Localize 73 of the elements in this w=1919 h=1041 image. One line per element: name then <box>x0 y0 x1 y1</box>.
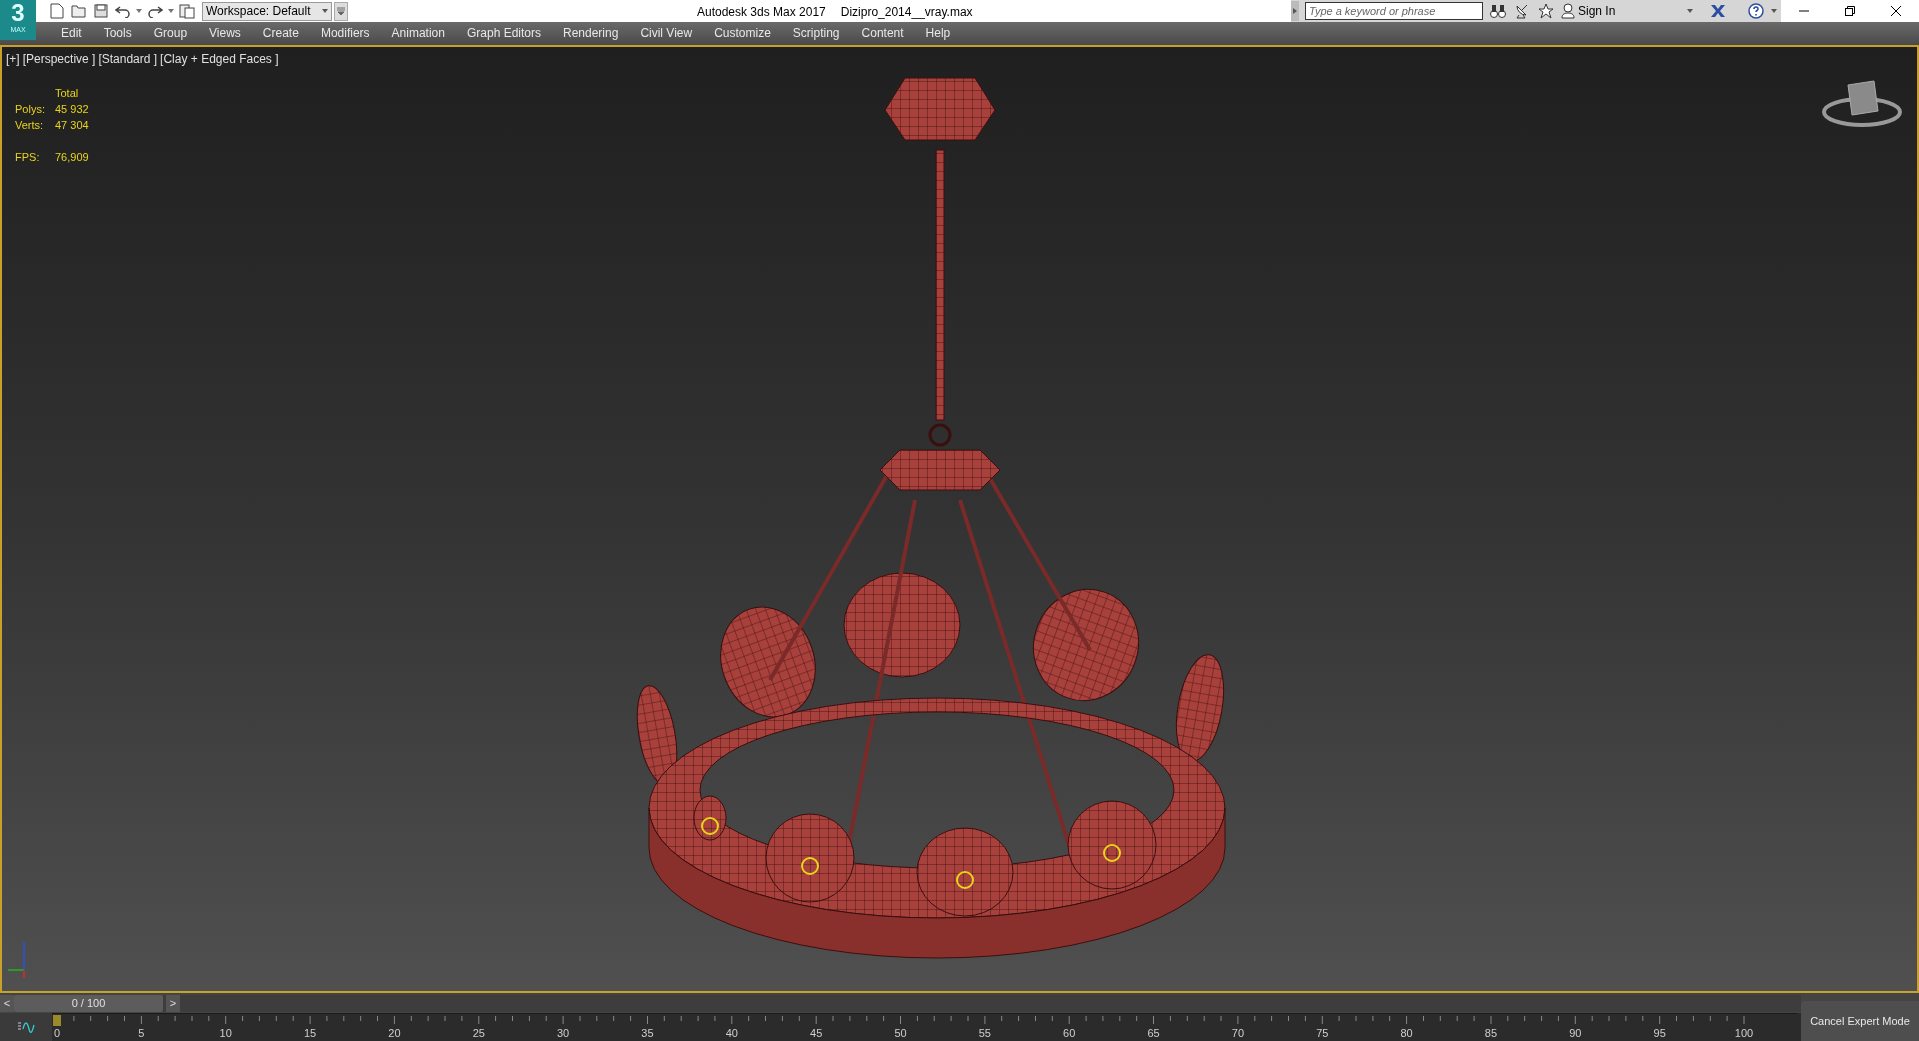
caret-icon[interactable] <box>1771 8 1777 14</box>
time-slider-track[interactable]: 0 / 100 > <box>14 994 1801 1012</box>
frame-number: 60 <box>1063 1026 1076 1040</box>
frame-number: 55 <box>978 1026 991 1040</box>
frame-number: 20 <box>388 1026 401 1040</box>
frame-number: 80 <box>1400 1026 1413 1040</box>
binoculars-icon[interactable] <box>1489 2 1507 20</box>
menu-item[interactable]: Civil View <box>629 22 704 45</box>
menu-item[interactable]: Customize <box>703 22 782 45</box>
menu-item[interactable]: Graph Editors <box>455 22 552 45</box>
menu-item[interactable]: Help <box>914 22 962 45</box>
menu-item[interactable]: Tools <box>92 22 143 45</box>
frame-number: 35 <box>641 1026 654 1040</box>
view-cube-drawing[interactable] <box>1822 80 1902 127</box>
stat-label: Verts: <box>15 118 45 133</box>
menu-item[interactable]: Views <box>198 22 252 45</box>
next-frame-button[interactable]: > <box>166 994 180 1012</box>
menu-item[interactable]: Edit <box>50 22 93 45</box>
stat-label: Polys: <box>15 102 46 117</box>
frame-number: 70 <box>1231 1026 1244 1040</box>
previous-frame-button[interactable]: < <box>0 994 14 1012</box>
menu-toggle-icon[interactable] <box>334 1 348 21</box>
user-icon[interactable] <box>1561 3 1575 19</box>
viewport-label[interactable]: [Perspective ] <box>22 50 96 68</box>
frame-number: 90 <box>1569 1026 1582 1040</box>
frame-number: 100 <box>1734 1026 1754 1040</box>
open-folder-icon[interactable] <box>70 2 88 20</box>
frame-number: 75 <box>1316 1026 1329 1040</box>
menu-item[interactable]: Create <box>251 22 310 45</box>
exchange-x-icon[interactable] <box>1709 2 1727 20</box>
menu-item[interactable]: Rendering <box>552 22 630 45</box>
frame-number: 50 <box>894 1026 907 1040</box>
menu-item[interactable]: Content <box>850 22 915 45</box>
stats-header: Total <box>55 86 80 101</box>
viewport-label[interactable]: [Standard ] <box>98 50 158 68</box>
window-title: Autodesk 3ds Max 2017 <box>697 4 826 21</box>
workspace-dropdown[interactable]: Workspace: Default <box>202 1 332 21</box>
stat-value: 76,909 <box>55 150 89 165</box>
menu-item[interactable]: Scripting <box>781 22 851 45</box>
sign-in-button[interactable]: Sign In <box>1561 2 1681 20</box>
cancel-expert-mode-button[interactable]: Cancel Expert Mode <box>1801 1001 1919 1041</box>
axis-tripod-icon <box>7 941 25 979</box>
stat-label: FPS: <box>15 150 41 165</box>
file-name: Dizipro_2014__vray.max <box>840 4 973 21</box>
frame-number: 45 <box>810 1026 823 1040</box>
stat-value: 45 932 <box>55 102 89 117</box>
frame-number: 40 <box>725 1026 738 1040</box>
menu-item[interactable]: Group <box>142 22 199 45</box>
frame-number: 10 <box>219 1026 232 1040</box>
star-icon[interactable] <box>1537 2 1555 20</box>
current-frame-marker[interactable] <box>53 1015 61 1026</box>
curve-editor-icon[interactable] <box>16 1020 36 1034</box>
caret-icon[interactable] <box>1687 8 1693 14</box>
frame-number: 65 <box>1147 1026 1160 1040</box>
frame-number: 25 <box>472 1026 485 1040</box>
frame-number: 85 <box>1484 1026 1498 1040</box>
frame-number: 15 <box>303 1026 317 1040</box>
viewport-label[interactable]: [+] <box>6 50 20 68</box>
menu-item[interactable]: Modifiers <box>309 22 381 45</box>
project-folder-icon[interactable] <box>178 2 196 20</box>
save-icon[interactable] <box>92 2 110 20</box>
frame-number: 95 <box>1653 1026 1666 1040</box>
help-icon[interactable] <box>1747 2 1765 20</box>
frame-number: 30 <box>556 1026 570 1040</box>
frame-number: 5 <box>138 1026 145 1040</box>
frame-number: 0 <box>53 1026 61 1040</box>
new-file-icon[interactable] <box>48 2 66 20</box>
search-field[interactable]: Type a keyword or phrase <box>1305 2 1483 20</box>
caret-icon[interactable] <box>322 8 328 14</box>
stat-value: 47 304 <box>55 118 89 133</box>
time-slider-thumb[interactable]: 0 / 100 <box>14 994 163 1012</box>
viewport-label[interactable]: [Clay + Edged Faces ] <box>160 50 279 68</box>
menu-item[interactable]: Animation <box>380 22 456 45</box>
